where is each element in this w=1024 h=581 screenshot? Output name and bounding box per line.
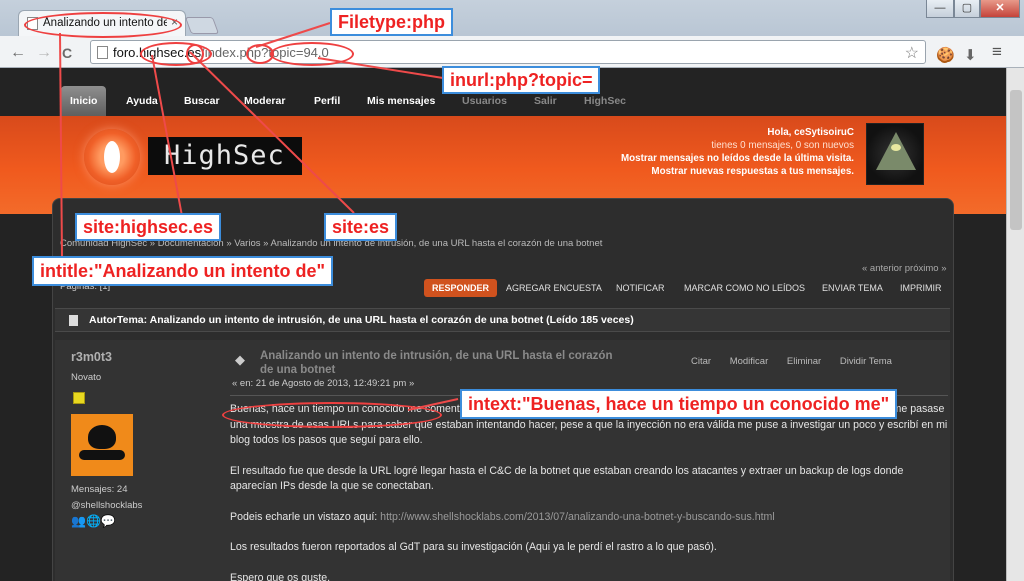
poster-handle: @shellshocklabs (71, 500, 143, 511)
page-icon (97, 46, 108, 59)
post-icon: ◆ (235, 352, 245, 367)
post-paragraph: Espero que os guste. (230, 571, 331, 581)
poster-meta: Mensajes: 24 @shellshocklabs (71, 482, 142, 514)
message-icon[interactable]: 💬 (101, 514, 116, 528)
extension-cookie-icon[interactable]: 🍪 (936, 46, 955, 64)
download-icon[interactable]: ⬇ (964, 46, 977, 64)
bookmark-star-icon[interactable]: ☆ (905, 43, 919, 63)
post-actions: Citar Modificar Eliminar Dividir Tema (675, 356, 892, 367)
reply-button[interactable]: RESPONDER (424, 279, 498, 297)
split-topic-button[interactable]: Dividir Tema (840, 356, 892, 367)
post-title[interactable]: Analizando un intento de intrusión, de u… (260, 349, 620, 377)
annotation-intitle: intitle:"Analizando un intento de" (32, 256, 334, 286)
delete-button[interactable]: Eliminar (787, 356, 821, 367)
annotation-inurl: inurl:php?topic= (442, 66, 601, 94)
rank-star-icon (73, 392, 85, 404)
post-date: « en: 21 de Agosto de 2013, 12:49:21 pm … (232, 378, 415, 389)
menu-mis-mensajes[interactable]: Mis mensajes (358, 86, 444, 116)
back-icon[interactable]: ← (10, 44, 26, 62)
poster-contact-icons: 👥🌐💬 (71, 514, 116, 528)
prev-next-links[interactable]: « anterior próximo » (862, 263, 946, 274)
annotation-intext: intext:"Buenas, hace un tiempo un conoci… (460, 389, 898, 419)
modify-button[interactable]: Modificar (730, 356, 769, 367)
user-avatar[interactable] (866, 123, 924, 185)
menu-moderar[interactable]: Moderar (235, 86, 294, 116)
new-tab-button[interactable] (184, 17, 220, 34)
forward-icon[interactable]: → (36, 44, 52, 62)
reload-icon[interactable]: C (62, 45, 72, 61)
user-info: Hola, ceSytisoiruC tienes 0 mensajes, 0 … (621, 126, 854, 178)
menu-inicio[interactable]: Inicio (61, 86, 107, 116)
user-messages[interactable]: tienes 0 mensajes, 0 son nuevos (621, 139, 854, 152)
notify-button[interactable]: NOTIFICAR (612, 279, 669, 297)
document-icon (69, 315, 78, 326)
print-button[interactable]: IMPRIMIR (896, 279, 946, 297)
poster-rank: Novato (71, 372, 102, 383)
annotation-site-domain: site:highsec.es (75, 213, 222, 241)
annotation-tld-circle (186, 44, 204, 64)
topic-header: AutorTema: Analizando un intento de intr… (55, 308, 950, 332)
annotation-topic-circle (270, 42, 354, 66)
poster-avatar (71, 414, 133, 476)
menu-ayuda[interactable]: Ayuda (117, 86, 167, 116)
address-bar[interactable]: foro.highsec.es/index.php?topic=94.0 ☆ (90, 40, 926, 64)
mark-unread-button[interactable]: MARCAR COMO NO LEÍDOS (680, 279, 809, 297)
add-poll-button[interactable]: AGREGAR ENCUESTA (502, 279, 606, 297)
send-topic-button[interactable]: ENVIAR TEMA (818, 279, 887, 297)
close-window-button[interactable]: ✕ (980, 0, 1020, 18)
profile-icon[interactable]: 👥 (71, 514, 86, 528)
forum-brand: HighSec (148, 137, 302, 175)
menu-perfil[interactable]: Perfil (305, 86, 349, 116)
topic-header-text: AutorTema: Analizando un intento de intr… (89, 314, 634, 326)
post: r3m0t3 Novato Mensajes: 24 @shellshockla… (55, 340, 950, 581)
menu-icon[interactable]: ≡ (992, 42, 1002, 62)
quote-button[interactable]: Citar (691, 356, 711, 367)
post-paragraph: El resultado fue que desde la URL logré … (230, 464, 904, 493)
forum-page: Inicio Ayuda Buscar Moderar Perfil Mis m… (0, 68, 1006, 581)
minimize-button[interactable]: — (926, 0, 954, 18)
new-replies-link[interactable]: Mostrar nuevas respuestas a tus mensajes… (621, 165, 854, 178)
poster-name[interactable]: r3m0t3 (71, 350, 112, 364)
annotation-site-tld: site:es (324, 213, 398, 241)
logo-icon (84, 129, 140, 185)
website-icon[interactable]: 🌐 (86, 514, 101, 528)
post-paragraph: Los resultados fueron reportados al GdT … (230, 541, 717, 553)
blog-link[interactable]: http://www.shellshocklabs.com/2013/07/an… (380, 511, 775, 523)
post-paragraph: Podeis echarle un vistazo aquí: http://w… (230, 510, 775, 523)
annotation-tab-circle (24, 12, 182, 38)
user-greeting: Hola, ceSytisoiruC (767, 127, 854, 138)
annotation-body-circle (222, 402, 442, 428)
menu-buscar[interactable]: Buscar (175, 86, 229, 116)
maximize-button[interactable]: ▢ (954, 0, 980, 18)
post-body: Buenas, hace un tiempo un conocido me co… (230, 402, 948, 581)
annotation-filetype: Filetype:php (330, 8, 453, 36)
unread-posts-link[interactable]: Mostrar mensajes no leídos desde la últi… (621, 152, 854, 165)
poster-post-count: Mensajes: 24 (71, 484, 128, 495)
page-scrollbar[interactable] (1006, 68, 1024, 581)
